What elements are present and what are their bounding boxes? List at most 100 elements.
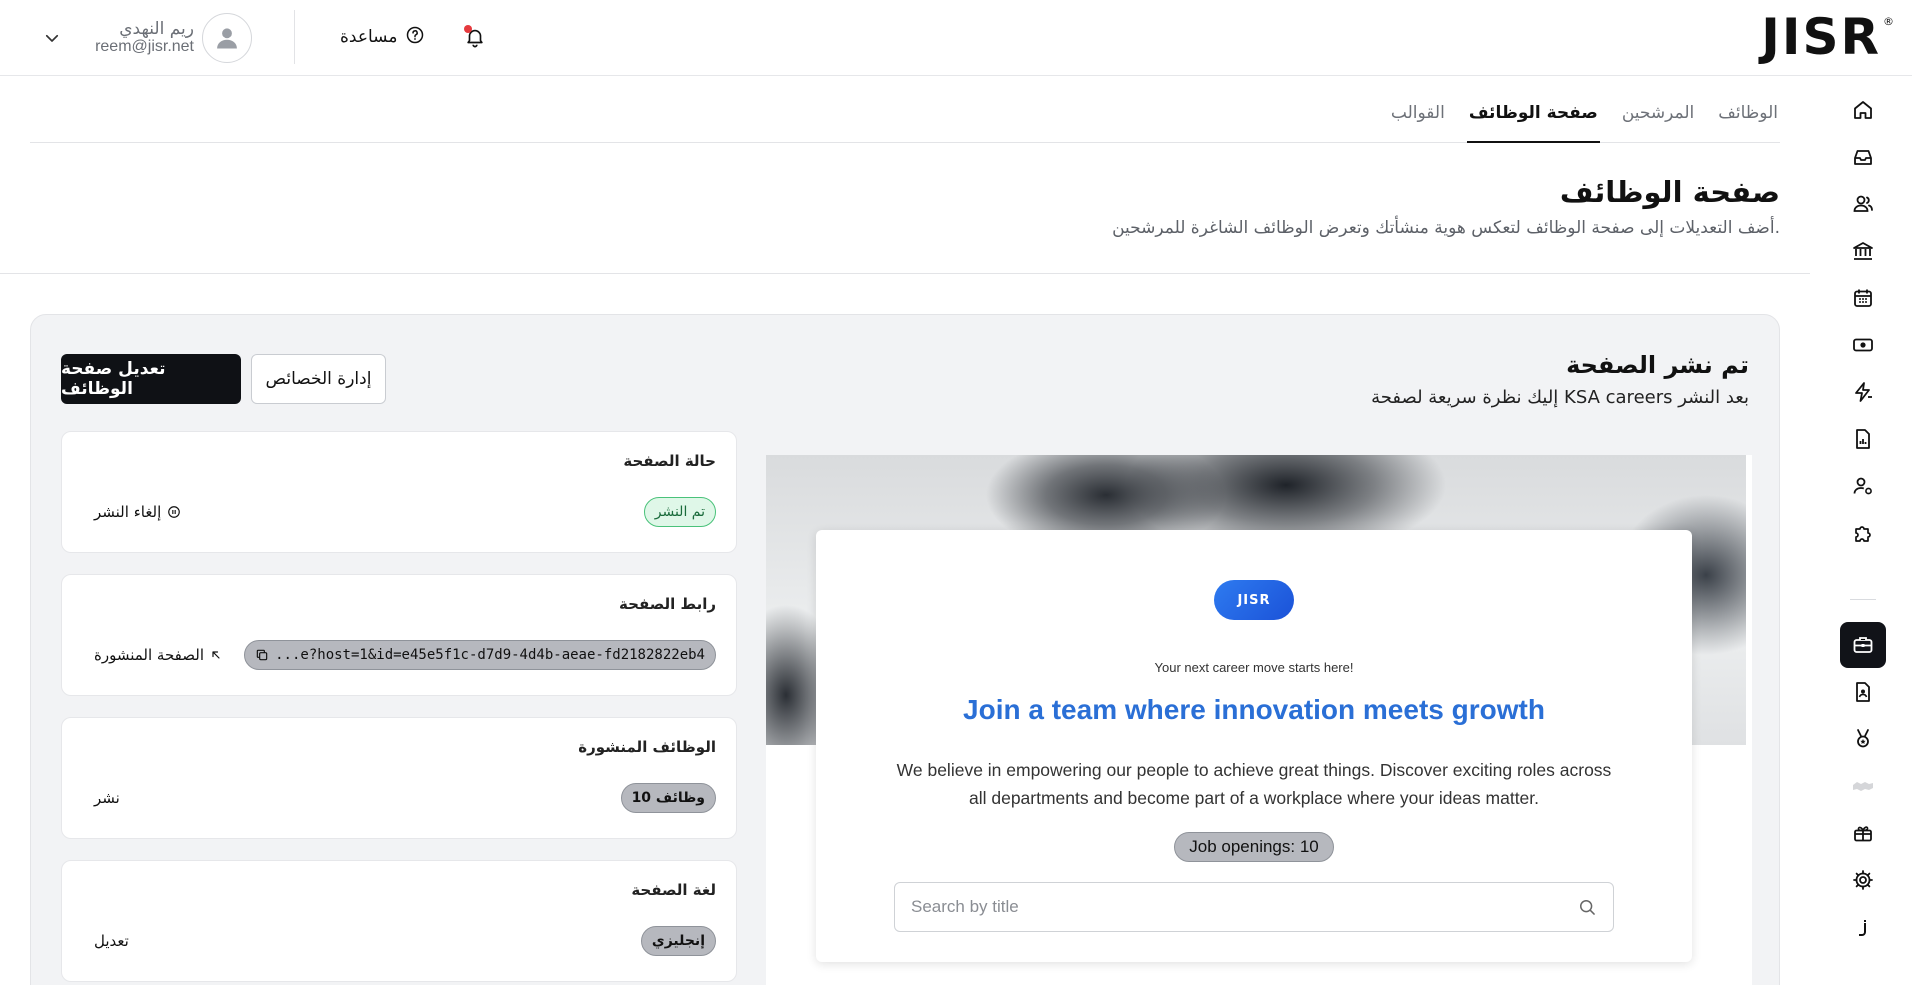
preview-description: We believe in empowering our people to a… <box>896 760 1612 808</box>
gear-icon <box>1853 870 1873 890</box>
tab-templates[interactable]: القوالب <box>1389 92 1447 143</box>
tab-jobs[interactable]: الوظائف <box>1716 92 1780 143</box>
handshake-icon <box>1853 782 1873 791</box>
nav-recruitment[interactable] <box>1840 622 1886 668</box>
published-page-link[interactable]: الصفحة المنشورة <box>94 646 222 664</box>
preview-card: JISR Your next career move starts here! … <box>816 530 1692 962</box>
bank-icon <box>1853 242 1873 260</box>
page-url: ...e?host=1&id=e45e5f1c-d7d9-4d4b-aeae-f… <box>275 647 705 663</box>
medal-icon <box>1857 729 1869 748</box>
avatar[interactable] <box>202 13 252 63</box>
page-language-title: لغة الصفحة <box>631 881 716 899</box>
brand-wordmark: JISR <box>1761 8 1881 66</box>
search-input[interactable] <box>911 897 1531 917</box>
search-icon <box>1580 900 1595 915</box>
unpublish-label: إلغاء النشر <box>94 503 162 521</box>
briefcase-icon <box>1853 637 1873 653</box>
user-email: reem@jisr.net <box>95 38 194 55</box>
notifications-button[interactable] <box>460 22 490 52</box>
tab-candidates[interactable]: المرشحين <box>1620 92 1696 143</box>
status-badge: تم النشر <box>643 497 716 527</box>
header-divider-line <box>0 273 1810 274</box>
nav-people[interactable] <box>1840 181 1886 227</box>
tab-careers-page[interactable]: صفحة الوظائف <box>1466 92 1600 143</box>
nav-payroll[interactable] <box>1840 322 1886 368</box>
brand-logo[interactable]: JISR ® <box>1761 12 1894 62</box>
page-link-title: رابط الصفحة <box>619 595 716 613</box>
nav-jisr-home[interactable] <box>1840 906 1886 952</box>
page-header: صفحة الوظائف أضف التعديلات إلى صفحة الوظ… <box>30 170 1780 242</box>
user-name: ريم النهدي <box>119 19 194 39</box>
nav-settings[interactable] <box>1840 857 1886 903</box>
page-status-title: حالة الصفحة <box>623 452 716 470</box>
calendar-icon <box>1854 289 1872 307</box>
nav-reports[interactable] <box>1840 416 1886 462</box>
preview-headline: Join a team where innovation meets growt… <box>963 694 1545 725</box>
unpublish-button[interactable]: إلغاء النشر <box>94 503 181 521</box>
help-label: مساعدة <box>340 27 398 47</box>
jobs-count-badge: 10 وظائف <box>620 783 716 813</box>
top-bar: JISR ® ريم النهدي reem@jisr.net مساعدة <box>0 0 1912 76</box>
published-jobs-card: الوظائف المنشورة 10 وظائف نشر <box>61 717 737 839</box>
report-icon <box>1856 429 1870 449</box>
published-page-label: الصفحة المنشورة <box>94 646 204 664</box>
home-icon <box>1854 101 1872 119</box>
user-settings-icon <box>1853 477 1872 495</box>
publish-jobs-button[interactable]: نشر <box>94 789 120 807</box>
job-openings-badge: Job openings: 10 <box>1174 832 1334 862</box>
nav-automations[interactable] <box>1840 369 1886 415</box>
nav-performance[interactable] <box>1840 716 1886 762</box>
published-jobs-title: الوظائف المنشورة <box>578 738 716 756</box>
nav-user-settings[interactable] <box>1840 463 1886 509</box>
publish-header: تم نشر الصفحة إليك نظرة سريعة لصفحة KSA … <box>1371 347 1749 413</box>
page-title: صفحة الوظائف <box>1559 175 1780 209</box>
page-link-card: رابط الصفحة ...e?host=1&id=e45e5f1c-d7d9… <box>61 574 737 696</box>
nav-employee-file[interactable] <box>1840 669 1886 715</box>
header-divider <box>294 10 295 64</box>
document-user-icon <box>1856 682 1870 702</box>
puzzle-icon <box>1855 526 1871 542</box>
nav-disabled-item[interactable] <box>1840 763 1886 809</box>
help-button[interactable]: مساعدة <box>340 22 425 52</box>
edit-careers-page-button[interactable]: تعديل صفحة الوظائف <box>61 354 241 404</box>
nav-separator <box>1850 599 1876 600</box>
preview-search[interactable] <box>894 882 1614 932</box>
preview-logo: JISR <box>1214 580 1294 620</box>
publish-title: تم نشر الصفحة <box>1566 351 1749 379</box>
page-url-copy[interactable]: ...e?host=1&id=e45e5f1c-d7d9-4d4b-aeae-f… <box>244 640 716 670</box>
nav-integrations[interactable] <box>1840 510 1886 556</box>
chevron-down-icon[interactable] <box>36 22 68 54</box>
user-info: ريم النهدي reem@jisr.net <box>74 20 194 56</box>
publish-subtitle: إليك نظرة سريعة لصفحة KSA careers بعد ال… <box>1371 387 1749 408</box>
user-icon <box>217 28 237 49</box>
people-icon <box>1853 195 1873 212</box>
gift-icon <box>1854 826 1872 842</box>
page-status-card: حالة الصفحة تم النشر إلغاء النشر <box>61 431 737 553</box>
careers-page-preview: JISR Your next career move starts here! … <box>766 455 1752 985</box>
preview-tagline: Your next career move starts here! <box>1154 660 1354 675</box>
edit-language-button[interactable]: تعديل <box>94 932 129 950</box>
user-menu[interactable]: ريم النهدي reem@jisr.net <box>36 12 252 64</box>
nav-home[interactable] <box>1840 87 1886 133</box>
nav-bank[interactable] <box>1840 228 1886 274</box>
nav-calendar[interactable] <box>1840 275 1886 321</box>
brand-registered-mark: ® <box>1883 14 1894 28</box>
jisr-mini-icon <box>1859 920 1866 936</box>
arrow-up-left-icon <box>212 651 220 659</box>
money-icon <box>1853 338 1873 352</box>
tab-bar: الوظائف المرشحين صفحة الوظائف القوالب <box>30 92 1780 143</box>
nav-benefits[interactable] <box>1840 810 1886 856</box>
page-subtitle: أضف التعديلات إلى صفحة الوظائف لتعكس هوي… <box>1112 218 1780 238</box>
language-badge: إنجليزي <box>640 926 716 956</box>
bolt-icon <box>1855 382 1872 402</box>
pause-circle-icon <box>168 506 181 518</box>
copy-icon <box>256 649 268 661</box>
side-nav <box>1808 77 1912 985</box>
published-panel: تم نشر الصفحة إليك نظرة سريعة لصفحة KSA … <box>30 314 1780 985</box>
question-circle-icon <box>405 25 425 50</box>
inbox-icon <box>1854 150 1872 165</box>
page-language-card: لغة الصفحة إنجليزي تعديل <box>61 860 737 982</box>
nav-inbox[interactable] <box>1840 134 1886 180</box>
notification-dot <box>464 25 472 33</box>
manage-properties-button[interactable]: إدارة الخصائص <box>251 354 386 404</box>
